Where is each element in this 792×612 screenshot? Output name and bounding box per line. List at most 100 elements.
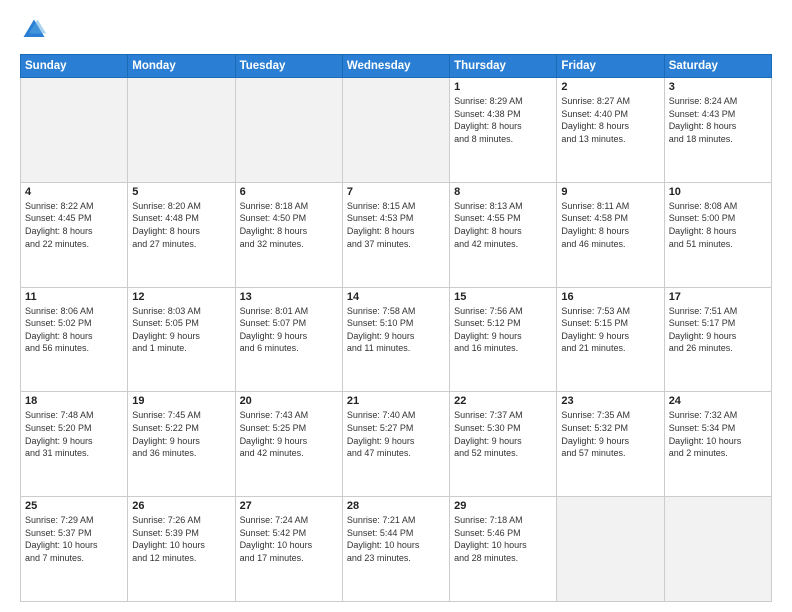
- day-info: Sunrise: 8:15 AMSunset: 4:53 PMDaylight:…: [347, 200, 445, 250]
- day-info: Sunrise: 7:40 AMSunset: 5:27 PMDaylight:…: [347, 409, 445, 459]
- day-cell: 13 Sunrise: 8:01 AMSunset: 5:07 PMDayligh…: [235, 287, 342, 392]
- week-row-3: 18 Sunrise: 7:48 AMSunset: 5:20 PMDayligh…: [21, 392, 772, 497]
- day-info: Sunrise: 8:08 AMSunset: 5:00 PMDaylight:…: [669, 200, 767, 250]
- day-info: Sunrise: 7:37 AMSunset: 5:30 PMDaylight:…: [454, 409, 552, 459]
- week-row-4: 25 Sunrise: 7:29 AMSunset: 5:37 PMDayligh…: [21, 497, 772, 602]
- day-number: 11: [25, 291, 123, 303]
- day-cell: 18 Sunrise: 7:48 AMSunset: 5:20 PMDayligh…: [21, 392, 128, 497]
- day-info: Sunrise: 8:27 AMSunset: 4:40 PMDaylight:…: [561, 95, 659, 145]
- day-cell: 1 Sunrise: 8:29 AMSunset: 4:38 PMDaylight…: [450, 78, 557, 183]
- day-cell: 15 Sunrise: 7:56 AMSunset: 5:12 PMDayligh…: [450, 287, 557, 392]
- day-number: 10: [669, 186, 767, 198]
- day-number: 21: [347, 395, 445, 407]
- day-cell: 8 Sunrise: 8:13 AMSunset: 4:55 PMDaylight…: [450, 182, 557, 287]
- day-number: 26: [132, 500, 230, 512]
- day-number: 14: [347, 291, 445, 303]
- day-cell: [128, 78, 235, 183]
- day-number: 7: [347, 186, 445, 198]
- day-cell: 27 Sunrise: 7:24 AMSunset: 5:42 PMDayligh…: [235, 497, 342, 602]
- day-info: Sunrise: 7:21 AMSunset: 5:44 PMDaylight:…: [347, 514, 445, 564]
- day-cell: [664, 497, 771, 602]
- day-number: 24: [669, 395, 767, 407]
- day-cell: 24 Sunrise: 7:32 AMSunset: 5:34 PMDayligh…: [664, 392, 771, 497]
- day-cell: 16 Sunrise: 7:53 AMSunset: 5:15 PMDayligh…: [557, 287, 664, 392]
- day-cell: 10 Sunrise: 8:08 AMSunset: 5:00 PMDayligh…: [664, 182, 771, 287]
- logo-icon: [20, 16, 48, 44]
- day-number: 5: [132, 186, 230, 198]
- day-number: 15: [454, 291, 552, 303]
- day-info: Sunrise: 8:03 AMSunset: 5:05 PMDaylight:…: [132, 305, 230, 355]
- day-number: 17: [669, 291, 767, 303]
- day-cell: 25 Sunrise: 7:29 AMSunset: 5:37 PMDayligh…: [21, 497, 128, 602]
- day-cell: [342, 78, 449, 183]
- day-info: Sunrise: 8:18 AMSunset: 4:50 PMDaylight:…: [240, 200, 338, 250]
- day-number: 18: [25, 395, 123, 407]
- day-number: 28: [347, 500, 445, 512]
- day-number: 2: [561, 81, 659, 93]
- calendar-body: 1 Sunrise: 8:29 AMSunset: 4:38 PMDaylight…: [21, 78, 772, 602]
- weekday-header-wednesday: Wednesday: [342, 55, 449, 78]
- day-number: 6: [240, 186, 338, 198]
- day-info: Sunrise: 8:13 AMSunset: 4:55 PMDaylight:…: [454, 200, 552, 250]
- day-info: Sunrise: 7:24 AMSunset: 5:42 PMDaylight:…: [240, 514, 338, 564]
- day-number: 3: [669, 81, 767, 93]
- day-cell: 7 Sunrise: 8:15 AMSunset: 4:53 PMDaylight…: [342, 182, 449, 287]
- weekday-row: SundayMondayTuesdayWednesdayThursdayFrid…: [21, 55, 772, 78]
- day-cell: 12 Sunrise: 8:03 AMSunset: 5:05 PMDayligh…: [128, 287, 235, 392]
- day-cell: 29Sunrise: 7:18 AMSunset: 5:46 PMDayligh…: [450, 497, 557, 602]
- day-info: Sunrise: 7:29 AMSunset: 5:37 PMDaylight:…: [25, 514, 123, 564]
- day-info: Sunrise: 7:53 AMSunset: 5:15 PMDaylight:…: [561, 305, 659, 355]
- day-number: 12: [132, 291, 230, 303]
- day-info: Sunrise: 8:24 AMSunset: 4:43 PMDaylight:…: [669, 95, 767, 145]
- day-info: Sunrise: 7:32 AMSunset: 5:34 PMDaylight:…: [669, 409, 767, 459]
- day-number: 1: [454, 81, 552, 93]
- logo: [20, 16, 52, 44]
- day-cell: 3 Sunrise: 8:24 AMSunset: 4:43 PMDaylight…: [664, 78, 771, 183]
- day-info: Sunrise: 7:58 AMSunset: 5:10 PMDaylight:…: [347, 305, 445, 355]
- day-cell: 11 Sunrise: 8:06 AMSunset: 5:02 PMDayligh…: [21, 287, 128, 392]
- day-info: Sunrise: 7:56 AMSunset: 5:12 PMDaylight:…: [454, 305, 552, 355]
- day-info: Sunrise: 7:48 AMSunset: 5:20 PMDaylight:…: [25, 409, 123, 459]
- weekday-header-thursday: Thursday: [450, 55, 557, 78]
- day-number: 23: [561, 395, 659, 407]
- day-number: 20: [240, 395, 338, 407]
- day-cell: 26 Sunrise: 7:26 AMSunset: 5:39 PMDayligh…: [128, 497, 235, 602]
- day-number: 29: [454, 500, 552, 512]
- day-info: Sunrise: 7:35 AMSunset: 5:32 PMDaylight:…: [561, 409, 659, 459]
- week-row-2: 11 Sunrise: 8:06 AMSunset: 5:02 PMDayligh…: [21, 287, 772, 392]
- day-number: 16: [561, 291, 659, 303]
- day-cell: [21, 78, 128, 183]
- day-number: 25: [25, 500, 123, 512]
- day-info: Sunrise: 8:01 AMSunset: 5:07 PMDaylight:…: [240, 305, 338, 355]
- weekday-header-monday: Monday: [128, 55, 235, 78]
- page: SundayMondayTuesdayWednesdayThursdayFrid…: [0, 0, 792, 612]
- day-cell: 4Sunrise: 8:22 AMSunset: 4:45 PMDaylight…: [21, 182, 128, 287]
- day-cell: 20 Sunrise: 7:43 AMSunset: 5:25 PMDayligh…: [235, 392, 342, 497]
- day-number: 8: [454, 186, 552, 198]
- day-cell: 5 Sunrise: 8:20 AMSunset: 4:48 PMDaylight…: [128, 182, 235, 287]
- day-info: Sunrise: 7:45 AMSunset: 5:22 PMDaylight:…: [132, 409, 230, 459]
- calendar-header: SundayMondayTuesdayWednesdayThursdayFrid…: [21, 55, 772, 78]
- day-info: Sunrise: 7:43 AMSunset: 5:25 PMDaylight:…: [240, 409, 338, 459]
- weekday-header-saturday: Saturday: [664, 55, 771, 78]
- day-info: Sunrise: 8:20 AMSunset: 4:48 PMDaylight:…: [132, 200, 230, 250]
- day-number: 13: [240, 291, 338, 303]
- day-info: Sunrise: 8:22 AMSunset: 4:45 PMDaylight:…: [25, 200, 123, 250]
- day-cell: 9Sunrise: 8:11 AMSunset: 4:58 PMDaylight…: [557, 182, 664, 287]
- day-cell: 23 Sunrise: 7:35 AMSunset: 5:32 PMDayligh…: [557, 392, 664, 497]
- week-row-1: 4Sunrise: 8:22 AMSunset: 4:45 PMDaylight…: [21, 182, 772, 287]
- day-cell: 6 Sunrise: 8:18 AMSunset: 4:50 PMDaylight…: [235, 182, 342, 287]
- day-number: 27: [240, 500, 338, 512]
- day-info: Sunrise: 8:29 AMSunset: 4:38 PMDaylight:…: [454, 95, 552, 145]
- day-cell: [235, 78, 342, 183]
- day-cell: 28 Sunrise: 7:21 AMSunset: 5:44 PMDayligh…: [342, 497, 449, 602]
- day-number: 19: [132, 395, 230, 407]
- day-info: Sunrise: 7:26 AMSunset: 5:39 PMDaylight:…: [132, 514, 230, 564]
- day-cell: 21 Sunrise: 7:40 AMSunset: 5:27 PMDayligh…: [342, 392, 449, 497]
- day-cell: 19 Sunrise: 7:45 AMSunset: 5:22 PMDayligh…: [128, 392, 235, 497]
- day-cell: [557, 497, 664, 602]
- day-info: Sunrise: 8:11 AMSunset: 4:58 PMDaylight:…: [561, 200, 659, 250]
- header: [20, 16, 772, 44]
- week-row-0: 1 Sunrise: 8:29 AMSunset: 4:38 PMDaylight…: [21, 78, 772, 183]
- day-info: Sunrise: 8:06 AMSunset: 5:02 PMDaylight:…: [25, 305, 123, 355]
